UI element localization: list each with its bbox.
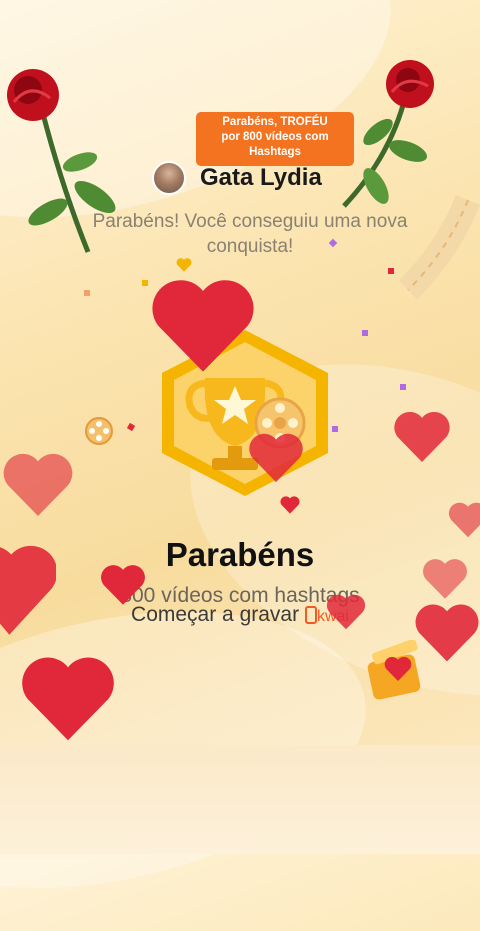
heart-icon <box>249 433 303 483</box>
confetti <box>126 422 136 432</box>
achievement-subtitle: Parabéns! Você conseguiu uma nova conqui… <box>40 209 460 259</box>
confetti <box>332 426 338 432</box>
film-reel-icon <box>85 417 113 445</box>
username: Gata Lydia <box>200 164 322 191</box>
heart-icon <box>22 657 114 741</box>
heart-icon <box>326 594 366 630</box>
user-row[interactable]: Gata Lydia <box>152 158 322 198</box>
confetti <box>388 268 394 274</box>
start-recording-button[interactable]: Começar a gravar kwai <box>0 603 480 627</box>
heart-icon <box>152 280 254 372</box>
heart-icon <box>384 656 412 682</box>
avatar[interactable] <box>152 161 186 195</box>
confetti <box>142 280 148 286</box>
heart-icon <box>0 545 56 635</box>
confetti <box>84 290 90 296</box>
subtitle-line: conquista! <box>206 236 294 257</box>
subtitle-line: Parabéns! Você conseguiu uma nova <box>92 211 408 232</box>
heart-icon <box>448 502 480 538</box>
heart-icon <box>3 453 73 516</box>
heart-icon <box>101 565 145 605</box>
start-recording-label: Começar a gravar <box>131 603 300 626</box>
kwai-logo-icon <box>304 606 317 625</box>
achievement-title: Parabéns <box>165 536 315 573</box>
heart-icon <box>280 496 300 514</box>
heart-icon <box>176 258 192 272</box>
bottom-panel <box>0 745 480 854</box>
heart-icon <box>415 604 479 662</box>
heart-icon <box>394 411 450 462</box>
badge-line: por 800 vídeos com <box>221 131 329 143</box>
badge-line: Parabéns, TROFÉU <box>222 116 328 128</box>
heart-icon <box>423 559 467 599</box>
confetti <box>362 330 368 336</box>
confetti <box>400 384 406 390</box>
